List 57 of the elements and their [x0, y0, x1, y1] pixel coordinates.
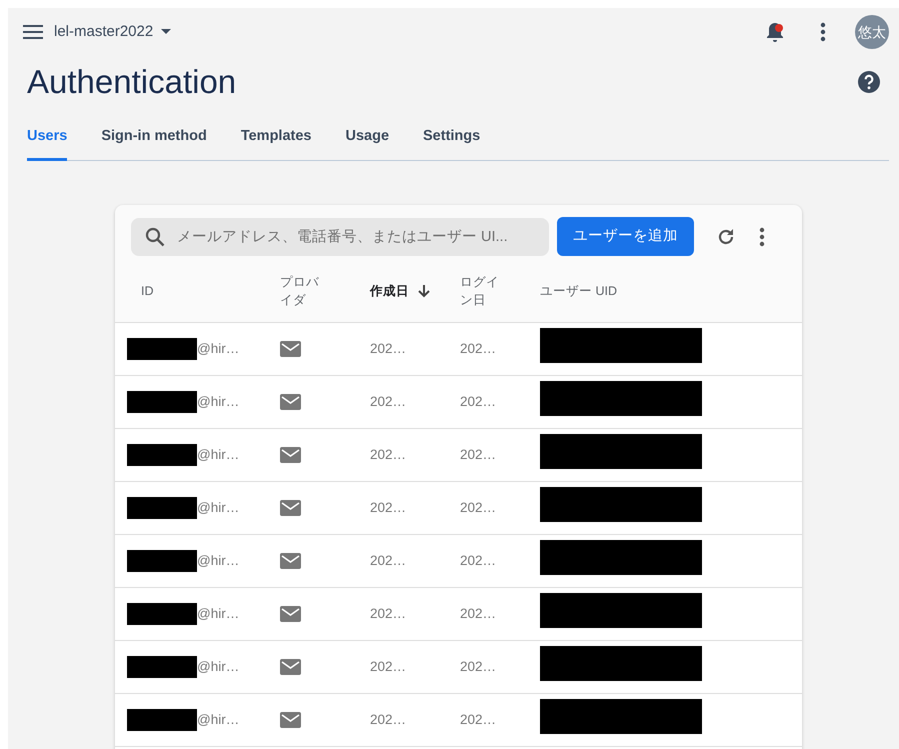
redaction-mark: [127, 390, 197, 413]
user-email: @hir…: [197, 658, 240, 676]
user-email: @hir…: [197, 498, 240, 517]
sign-in-date: 202…: [460, 552, 496, 568]
envelope-icon: [280, 659, 301, 676]
created-date: 202…: [370, 606, 406, 621]
envelope-icon: [280, 341, 301, 358]
redaction-mark: [127, 708, 197, 731]
user-email: @hir…: [197, 446, 240, 464]
created-date: 202…: [370, 552, 406, 568]
sign-in-date: 202…: [460, 500, 496, 515]
tab[interactable]: Templates: [240, 118, 312, 161]
sign-in-date: 202…: [460, 394, 496, 409]
search-field[interactable]: メールアドレス、電話番号、またはユーザー UI...: [131, 218, 549, 256]
sign-in-date: 202…: [460, 712, 496, 727]
caret-icon: [161, 29, 172, 35]
envelope-icon: [280, 394, 301, 410]
envelope-icon: [280, 606, 301, 622]
redaction-mark: [127, 656, 197, 678]
user-email: @hir…: [197, 552, 240, 570]
user-email: @hir…: [197, 340, 240, 358]
envelope-icon: [280, 500, 301, 516]
add-user-button[interactable]: ユーザーを追加: [557, 217, 694, 256]
envelope-icon: [280, 553, 301, 570]
sign-in-date: 202…: [460, 658, 496, 674]
tab[interactable]: Users: [27, 118, 68, 161]
user-avatar[interactable]: 悠太: [855, 15, 889, 49]
redaction-mark: [127, 602, 197, 625]
user-email: @hir…: [197, 710, 240, 729]
sign-in-date: 202…: [460, 340, 496, 356]
redaction-mark: [127, 444, 197, 466]
sign-in-date: 202…: [460, 446, 496, 462]
envelope-icon: [280, 712, 301, 728]
tab[interactable]: Settings: [423, 118, 480, 161]
redaction-mark: [127, 496, 197, 519]
created-date: 202…: [370, 712, 406, 727]
created-date: 202…: [370, 394, 406, 409]
created-date: 202…: [370, 658, 406, 674]
project-selector[interactable]: lel-master2022: [54, 20, 172, 44]
column-header[interactable]: ID: [141, 282, 154, 301]
created-date: 202…: [370, 446, 406, 462]
redaction-mark: [127, 338, 197, 360]
sign-in-date: 202…: [460, 606, 496, 621]
column-header[interactable]: ログイン日: [460, 272, 505, 310]
created-date: 202…: [370, 500, 406, 515]
page-title: Authentication: [26, 62, 236, 102]
user-email: @hir…: [197, 392, 240, 411]
column-header[interactable]: ユーザー UID: [540, 282, 617, 301]
column-header[interactable]: 作成日: [370, 282, 409, 301]
column-header[interactable]: プロバイダ: [280, 272, 325, 310]
sort-arrow-icon[interactable]: [417, 284, 431, 298]
user-email: @hir…: [197, 604, 240, 623]
redaction-mark: [127, 550, 197, 572]
tab[interactable]: Usage: [345, 118, 390, 161]
envelope-icon: [280, 447, 301, 464]
tab[interactable]: Sign-in method: [101, 118, 207, 161]
created-date: 202…: [370, 340, 406, 356]
